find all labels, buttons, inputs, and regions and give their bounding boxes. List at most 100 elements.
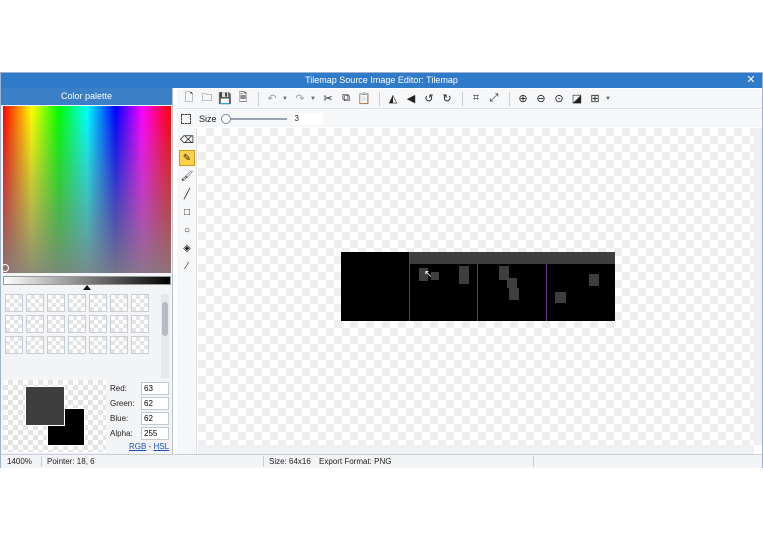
undo-dropdown-icon[interactable]: ▼ bbox=[282, 96, 288, 102]
window-title: Tilemap Source Image Editor: Tilemap bbox=[305, 75, 458, 85]
flip-horizontal-icon[interactable]: ◭ bbox=[385, 91, 401, 107]
main-toolbar: 🗋 🗀 💾 🗎 ↶ ▼ ↷ ▼ ✂ ⧉ 📋 ◭ ◀ ↺ ↻ ⌗ ⤢ ⊕ ⊖ ⊙ … bbox=[177, 89, 762, 109]
palette-swatch[interactable] bbox=[26, 315, 44, 333]
line-icon[interactable]: ╱ bbox=[179, 186, 195, 202]
resize-icon[interactable]: ⤢ bbox=[486, 91, 502, 107]
redo-dropdown-icon[interactable]: ▼ bbox=[310, 96, 316, 102]
palette-swatch[interactable] bbox=[110, 315, 128, 333]
eyedropper-icon[interactable]: ⁄ bbox=[179, 258, 195, 274]
tile-pixel-row bbox=[410, 252, 615, 264]
zoom-in-icon[interactable]: ⊕ bbox=[515, 91, 531, 107]
palette-swatch[interactable] bbox=[47, 294, 65, 312]
close-icon[interactable]: ✕ bbox=[745, 73, 757, 88]
blue-label: Blue: bbox=[110, 414, 129, 423]
brush-icon[interactable]: 🖌 bbox=[179, 168, 195, 184]
eraser-icon[interactable]: ⌫ bbox=[179, 132, 195, 148]
color-spectrum[interactable] bbox=[3, 106, 171, 273]
rotate-left-icon[interactable]: ↺ bbox=[421, 91, 437, 107]
alpha-channel-row: Alpha: bbox=[109, 427, 171, 441]
redo-icon[interactable]: ↷ bbox=[292, 91, 308, 107]
size-slider[interactable] bbox=[220, 113, 287, 124]
spectrum-picker-handle[interactable] bbox=[1, 264, 9, 272]
palette-scrollbar-thumb[interactable] bbox=[162, 302, 168, 336]
tilemap-editor-window: Tilemap Source Image Editor: Tilemap ✕ C… bbox=[0, 72, 763, 468]
selection-marquee-icon[interactable] bbox=[181, 113, 191, 124]
toolbar-divider bbox=[462, 91, 463, 106]
palette-swatch[interactable] bbox=[131, 336, 149, 354]
canvas-horizontal-scrollbar[interactable] bbox=[198, 445, 754, 454]
red-input[interactable] bbox=[141, 382, 169, 395]
fill-bucket-icon[interactable]: ◈ bbox=[179, 240, 195, 256]
image-canvas[interactable]: ↖ bbox=[198, 128, 754, 445]
undo-icon[interactable]: ↶ bbox=[264, 91, 280, 107]
size-value-input[interactable]: 3 bbox=[292, 112, 323, 125]
palette-swatch[interactable] bbox=[47, 336, 65, 354]
zoom-out-icon[interactable]: ⊖ bbox=[533, 91, 549, 107]
alpha-input[interactable] bbox=[141, 427, 169, 440]
pencil-icon[interactable]: ✎ bbox=[179, 150, 195, 166]
zoom-reset-icon[interactable]: ⊙ bbox=[551, 91, 567, 107]
toolbar-divider bbox=[379, 91, 380, 106]
color-mode-links: RGB - HSL bbox=[129, 442, 169, 451]
export-icon[interactable]: 🗎 bbox=[235, 91, 251, 107]
crop-icon[interactable]: ⌗ bbox=[468, 91, 484, 107]
palette-swatch[interactable] bbox=[47, 315, 65, 333]
toolbar-divider bbox=[509, 91, 510, 106]
zoom-level: 1400% bbox=[7, 457, 32, 466]
palette-swatch[interactable] bbox=[68, 294, 86, 312]
canvas-vertical-scrollbar[interactable] bbox=[754, 128, 762, 445]
tile-pixel bbox=[555, 292, 566, 303]
open-folder-icon[interactable]: 🗀 bbox=[199, 91, 215, 107]
flip-vertical-icon[interactable]: ◀ bbox=[403, 91, 419, 107]
tile-pixel bbox=[589, 274, 599, 286]
red-label: Red: bbox=[110, 384, 127, 393]
palette-swatch[interactable] bbox=[68, 336, 86, 354]
palette-swatch[interactable] bbox=[89, 336, 107, 354]
paste-icon[interactable]: 📋 bbox=[356, 91, 372, 107]
lightness-slider-arrow-icon[interactable] bbox=[83, 285, 91, 290]
mouse-pointer-icon: ↖ bbox=[424, 269, 433, 280]
new-file-icon[interactable]: 🗋 bbox=[181, 91, 197, 107]
palette-swatch[interactable] bbox=[5, 315, 23, 333]
rgb-mode-link[interactable]: RGB bbox=[129, 442, 146, 451]
brush-size-bar: Size 3 bbox=[177, 110, 762, 127]
toggle-transparency-icon[interactable]: ◪ bbox=[569, 91, 585, 107]
pointer-position: Pointer: 18, 6 bbox=[47, 457, 95, 466]
toolbar-divider bbox=[258, 91, 259, 106]
drawing-tools: ⌫ ✎ 🖌 ╱ □ ○ ◈ ⁄ bbox=[177, 128, 197, 454]
lightness-slider[interactable] bbox=[3, 276, 171, 285]
palette-swatch[interactable] bbox=[110, 336, 128, 354]
grid-icon[interactable]: ⊞ bbox=[587, 91, 603, 107]
alpha-label: Alpha: bbox=[110, 429, 133, 438]
palette-swatch[interactable] bbox=[89, 294, 107, 312]
blue-channel-row: Blue: bbox=[109, 412, 171, 426]
title-bar: Tilemap Source Image Editor: Tilemap ✕ bbox=[1, 73, 762, 88]
primary-color-swatch[interactable] bbox=[25, 386, 65, 426]
palette-scrollbar[interactable] bbox=[161, 294, 169, 378]
tile-pixel bbox=[507, 278, 517, 288]
green-input[interactable] bbox=[141, 397, 169, 410]
status-divider bbox=[533, 456, 534, 467]
image-size: Size: 64x16 bbox=[269, 457, 311, 466]
palette-swatch[interactable] bbox=[110, 294, 128, 312]
hsl-mode-link[interactable]: HSL bbox=[153, 442, 169, 451]
palette-swatch[interactable] bbox=[26, 294, 44, 312]
tilemap-image[interactable]: ↖ bbox=[341, 252, 615, 321]
ellipse-icon[interactable]: ○ bbox=[179, 222, 195, 238]
palette-swatch[interactable] bbox=[89, 315, 107, 333]
copy-icon[interactable]: ⧉ bbox=[338, 91, 354, 107]
size-slider-thumb[interactable] bbox=[220, 113, 231, 124]
palette-swatch[interactable] bbox=[131, 315, 149, 333]
palette-swatch[interactable] bbox=[131, 294, 149, 312]
status-bar: 1400% Pointer: 18, 6 Size: 64x16 Export … bbox=[1, 454, 762, 468]
rotate-right-icon[interactable]: ↻ bbox=[439, 91, 455, 107]
rectangle-icon[interactable]: □ bbox=[179, 204, 195, 220]
palette-swatch[interactable] bbox=[5, 294, 23, 312]
palette-swatch[interactable] bbox=[68, 315, 86, 333]
save-icon[interactable]: 💾 bbox=[217, 91, 233, 107]
grid-dropdown-icon[interactable]: ▼ bbox=[605, 96, 611, 102]
palette-swatch[interactable] bbox=[26, 336, 44, 354]
palette-swatch[interactable] bbox=[5, 336, 23, 354]
blue-input[interactable] bbox=[141, 412, 169, 425]
cut-icon[interactable]: ✂ bbox=[320, 91, 336, 107]
